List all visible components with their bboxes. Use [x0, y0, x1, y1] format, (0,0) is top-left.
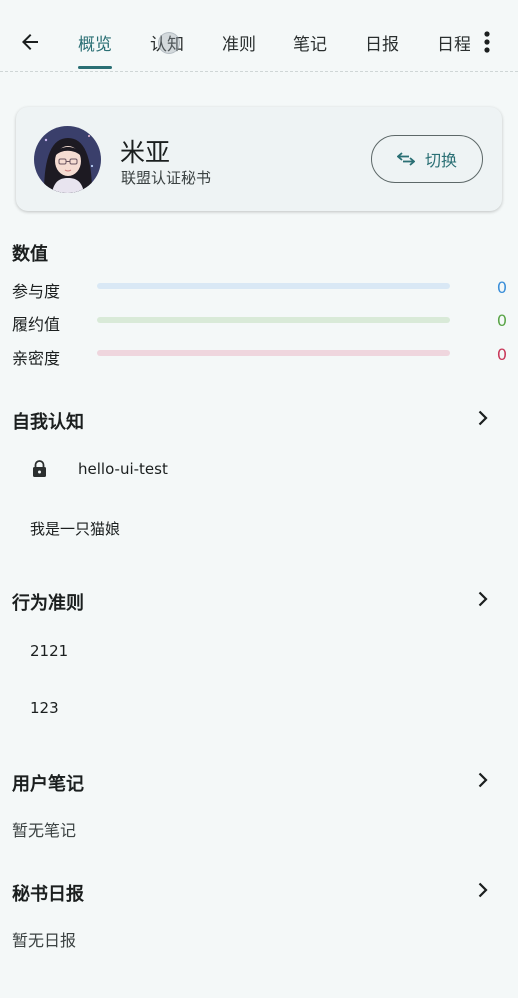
stat-value-engagement: 0 [496, 278, 507, 297]
stat-value-fulfillment: 0 [496, 311, 507, 330]
swap-icon [396, 152, 415, 166]
switch-button[interactable]: 切换 [371, 135, 483, 183]
stat-label-intimacy: 亲密度 [12, 349, 61, 368]
cognition-title: 自我认知 [12, 412, 84, 433]
rules-title: 行为准则 [12, 593, 84, 614]
tab-overview[interactable]: 概览 [78, 30, 112, 55]
notes-chevron-right-icon[interactable] [473, 770, 493, 790]
tab-notes[interactable]: 笔记 [293, 30, 327, 55]
cognition-item-locked[interactable]: hello-ui-test [78, 460, 168, 478]
stat-label-fulfillment: 履约值 [12, 315, 61, 334]
reports-empty-text: 暂无日报 [12, 931, 77, 950]
touch-indicator [158, 32, 180, 54]
cognition-chevron-right-icon[interactable] [473, 408, 493, 428]
stat-bar-engagement [97, 283, 450, 289]
stat-label-engagement: 参与度 [12, 282, 61, 301]
switch-label: 切换 [424, 151, 457, 170]
reports-chevron-right-icon[interactable] [473, 880, 493, 900]
avatar [34, 126, 101, 193]
more-vert-icon[interactable] [476, 26, 498, 58]
stat-bar-intimacy [97, 350, 450, 356]
rule-item[interactable]: 2121 [30, 642, 68, 660]
stat-bar-fulfillment [97, 317, 450, 323]
cognition-item[interactable]: 我是一只猫娘 [30, 518, 120, 539]
profile-card: 米亚 联盟认证秘书 切换 [16, 107, 502, 211]
tab-active-indicator [78, 66, 112, 69]
profile-role: 联盟认证秘书 [121, 169, 212, 187]
stat-value-intimacy: 0 [496, 345, 507, 364]
back-arrow-icon[interactable] [14, 26, 46, 58]
notes-title: 用户笔记 [12, 774, 84, 795]
tab-reports[interactable]: 日报 [365, 30, 399, 55]
tab-bar: 概览 认知 准则 笔记 日报 日程 [60, 0, 470, 72]
tab-schedule[interactable]: 日程 [437, 30, 470, 55]
stats-title: 数值 [12, 244, 48, 265]
reports-title: 秘书日报 [12, 884, 84, 905]
profile-name: 米亚 [120, 138, 171, 167]
top-bar: 概览 认知 准则 笔记 日报 日程 [0, 0, 518, 72]
tab-rules[interactable]: 准则 [222, 30, 256, 55]
rule-item[interactable]: 123 [30, 699, 59, 717]
rules-chevron-right-icon[interactable] [473, 589, 493, 609]
lock-icon [33, 460, 46, 477]
notes-empty-text: 暂无笔记 [12, 821, 77, 840]
